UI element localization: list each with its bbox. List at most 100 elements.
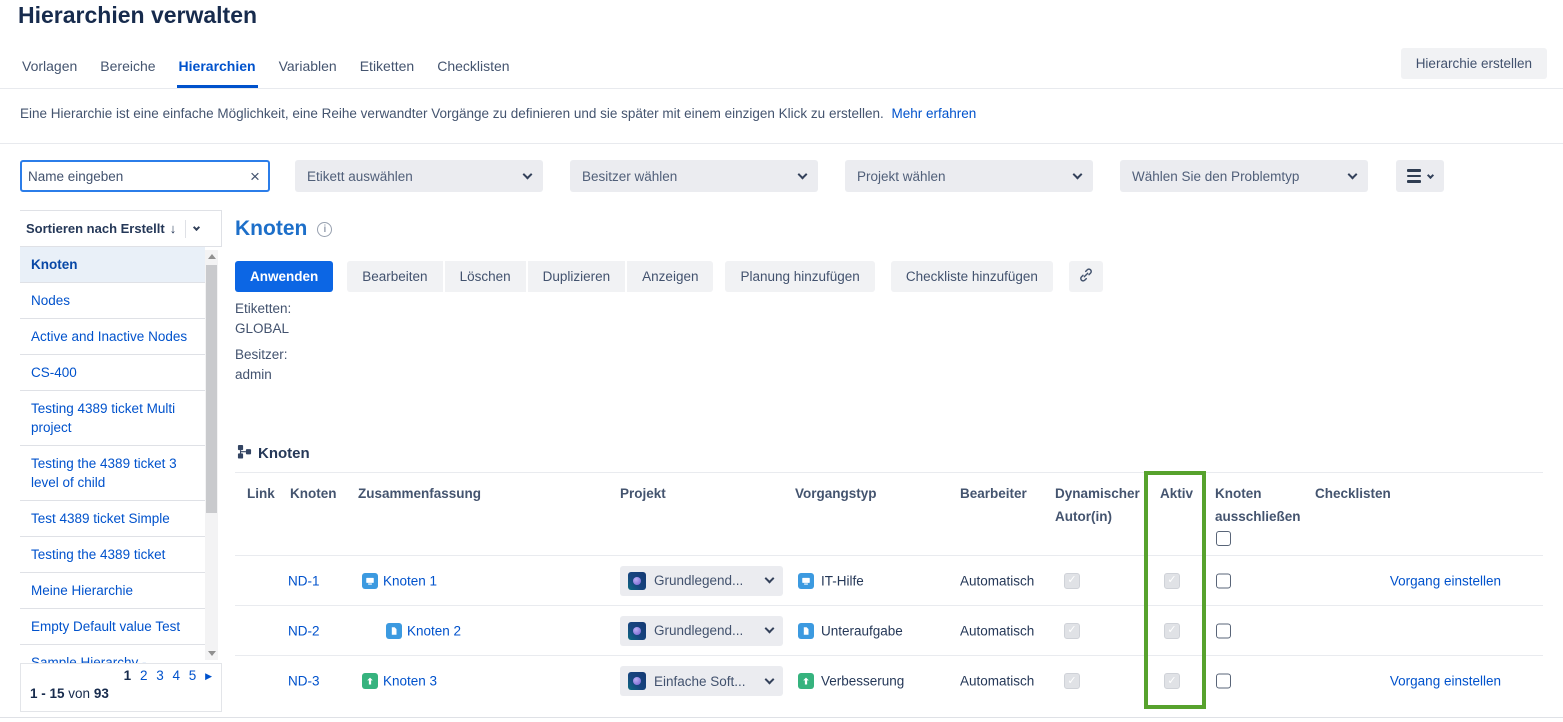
chevron-down-icon[interactable] — [193, 224, 200, 231]
intro-divider — [0, 143, 1563, 144]
issuetype-filter-select[interactable]: Wählen Sie den Problemtyp — [1120, 160, 1368, 192]
node-key-link[interactable]: ND-3 — [288, 674, 320, 689]
tab-checklisten[interactable]: Checklisten — [435, 58, 511, 88]
project-filter-select[interactable]: Projekt wählen — [845, 160, 1093, 192]
page-number[interactable]: 4 — [173, 668, 181, 683]
hierarchy-list-item[interactable]: Sample Hierarchy - — [20, 645, 205, 663]
labels-caption: Etiketten: — [235, 299, 291, 319]
table-row: ND-3 Knoten 3 Einfache Soft... Verbesser… — [235, 656, 1543, 706]
tabbar-divider — [0, 88, 1563, 89]
hierarchy-list-item[interactable]: CS-400 — [20, 355, 205, 391]
hierarchy-list-item[interactable]: Empty Default value Test — [20, 609, 205, 645]
range-of-label: von — [68, 686, 90, 701]
active-checkbox[interactable]: ✓ — [1164, 673, 1180, 689]
column-header-issuetype: Vorgangstyp — [795, 486, 877, 501]
sort-header[interactable]: Sortieren nach Erstellt ↓ — [20, 210, 222, 247]
hierarchy-list-item[interactable]: Testing the 4389 ticket — [20, 537, 205, 573]
project-select-value: Grundlegend... — [654, 623, 766, 638]
sort-descending-icon[interactable]: ↓ — [170, 221, 177, 236]
create-hierarchy-button[interactable]: Hierarchie erstellen — [1401, 48, 1547, 79]
next-page-icon[interactable]: ▶ — [205, 671, 212, 681]
clear-icon[interactable]: × — [242, 168, 268, 185]
hierarchy-list-item[interactable]: Test 4389 ticket Simple — [20, 501, 205, 537]
node-key-link[interactable]: ND-1 — [288, 573, 320, 588]
edit-button-group: Bearbeiten Löschen Duplizieren Anzeigen — [347, 261, 713, 292]
exclude-node-checkbox[interactable] — [1216, 623, 1231, 638]
add-planning-button[interactable]: Planung hinzufügen — [725, 261, 874, 292]
tab-etiketten[interactable]: Etiketten — [358, 58, 416, 88]
column-header-assignee: Bearbeiter — [960, 486, 1027, 501]
project-select-value: Grundlegend... — [654, 573, 766, 588]
page-number[interactable]: 3 — [156, 668, 164, 683]
add-checklist-button[interactable]: Checkliste hinzufügen — [891, 261, 1053, 292]
range-values: 1 - 15 — [30, 686, 65, 701]
hierarchy-list-item[interactable]: Meine Hierarchie — [20, 573, 205, 609]
scrollbar-down-arrow[interactable] — [205, 647, 218, 660]
duplicate-button[interactable]: Duplizieren — [528, 261, 626, 292]
chevron-down-icon — [765, 674, 775, 684]
project-select-value: Einfache Soft... — [654, 674, 766, 689]
table-top-divider — [235, 472, 1543, 473]
copy-link-button[interactable] — [1069, 261, 1103, 292]
node-key-link[interactable]: ND-2 — [288, 623, 320, 638]
owner-filter-select[interactable]: Besitzer wählen — [570, 160, 818, 192]
exclude-node-checkbox[interactable] — [1216, 573, 1231, 588]
hierarchy-list-item[interactable]: Nodes — [20, 283, 205, 319]
info-icon[interactable]: i — [317, 222, 332, 237]
set-checklist-link[interactable]: Vorgang einstellen — [1390, 674, 1501, 689]
project-avatar-icon — [628, 672, 646, 690]
dynamic-author-checkbox[interactable]: ✓ — [1064, 573, 1080, 589]
tab-vorlagen[interactable]: Vorlagen — [20, 58, 79, 88]
link-icon — [1078, 267, 1094, 286]
apply-button[interactable]: Anwenden — [235, 261, 333, 292]
list-pagination: 1 2 3 4 5 ▶ 1 - 15 von 93 — [20, 663, 222, 712]
page-number[interactable]: 5 — [189, 668, 197, 683]
node-summary-link[interactable]: Knoten 1 — [383, 573, 437, 588]
hierarchy-list-item[interactable]: Testing 4389 ticket Multi project — [20, 391, 205, 446]
node-summary-link[interactable]: Knoten 3 — [383, 674, 437, 689]
name-filter-input[interactable] — [22, 169, 242, 184]
assignee-value: Automatisch — [960, 674, 1034, 689]
issuetype-icon-verbesserung — [362, 673, 378, 689]
show-button[interactable]: Anzeigen — [627, 261, 713, 292]
hierarchy-list-item-selected[interactable]: Knoten — [20, 247, 205, 283]
detail-meta: Etiketten: GLOBAL Besitzer: admin — [235, 299, 291, 391]
exclude-node-checkbox[interactable] — [1216, 674, 1231, 689]
chevron-down-icon — [1427, 171, 1434, 178]
tab-variablen[interactable]: Variablen — [277, 58, 339, 88]
label-filter-value: Etikett auswählen — [307, 169, 524, 184]
hierarchy-list-item[interactable]: Testing the 4389 ticket 3 level of child — [20, 446, 205, 501]
labels-value: GLOBAL — [235, 319, 291, 339]
list-options-menu-button[interactable] — [1396, 160, 1444, 192]
set-checklist-link[interactable]: Vorgang einstellen — [1390, 573, 1501, 588]
project-select[interactable]: Grundlegend... — [620, 616, 783, 646]
owner-value: admin — [235, 365, 291, 385]
action-button-row: Anwenden Bearbeiten Löschen Duplizieren … — [235, 261, 1103, 292]
tab-hierarchien[interactable]: Hierarchien — [177, 58, 258, 88]
exclude-all-checkbox[interactable] — [1216, 531, 1231, 546]
learn-more-link[interactable]: Mehr erfahren — [892, 106, 977, 121]
column-header-link: Link — [247, 486, 275, 501]
column-header-dynamic-author: Dynamischer — [1055, 486, 1140, 501]
scrollbar-thumb[interactable] — [206, 265, 217, 513]
edit-button[interactable]: Bearbeiten — [347, 261, 442, 292]
page-number-current[interactable]: 1 — [124, 668, 132, 683]
intro-text-block: Eine Hierarchie ist eine einfache Möglic… — [20, 106, 976, 121]
label-filter-select[interactable]: Etikett auswählen — [295, 160, 543, 192]
hierarchy-list-item[interactable]: Active and Inactive Nodes — [20, 319, 205, 355]
scrollbar-up-arrow[interactable] — [205, 250, 218, 263]
chevron-down-icon — [798, 169, 808, 179]
project-select[interactable]: Einfache Soft... — [620, 666, 783, 696]
dynamic-author-checkbox[interactable]: ✓ — [1064, 623, 1080, 639]
dynamic-author-checkbox[interactable]: ✓ — [1064, 673, 1080, 689]
node-summary-link[interactable]: Knoten 2 — [407, 623, 461, 638]
project-select[interactable]: Grundlegend... — [620, 566, 783, 596]
tab-bereiche[interactable]: Bereiche — [98, 58, 157, 88]
intro-text: Eine Hierarchie ist eine einfache Möglic… — [20, 106, 884, 121]
detail-title-row: Knoten i — [235, 217, 332, 241]
nodes-table-caption-text: Knoten — [258, 445, 310, 462]
delete-button[interactable]: Löschen — [445, 261, 526, 292]
active-checkbox[interactable]: ✓ — [1164, 573, 1180, 589]
active-checkbox[interactable]: ✓ — [1164, 623, 1180, 639]
page-number[interactable]: 2 — [140, 668, 148, 683]
